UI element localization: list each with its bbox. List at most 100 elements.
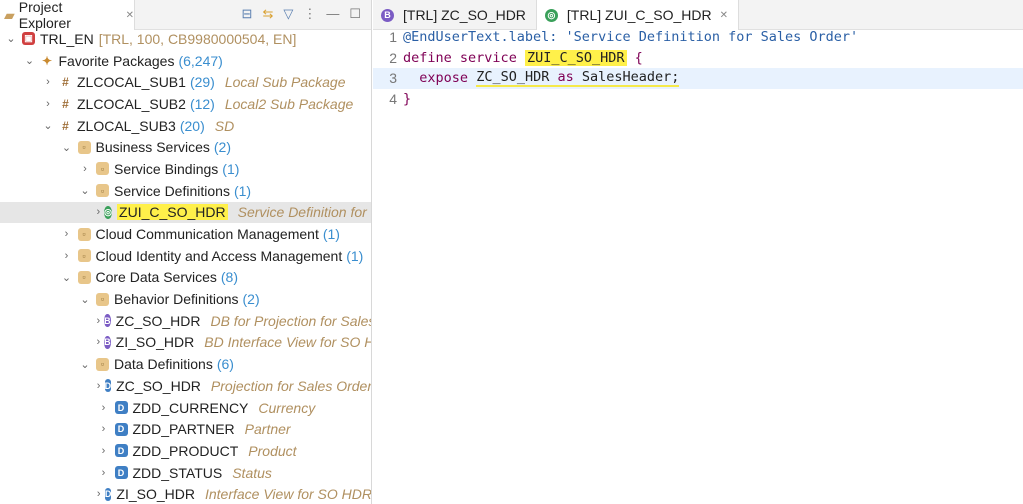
item-count: (6) bbox=[216, 356, 234, 373]
tree-item[interactable]: › D ZC_SO_HDR Projection for Sales Order bbox=[0, 375, 372, 397]
chevron-down-icon[interactable]: ⌄ bbox=[78, 293, 92, 306]
tree-item[interactable]: › # ZLCOCAL_SUB1 (29) Local Sub Package bbox=[0, 71, 371, 93]
folder-icon: ▫ bbox=[96, 184, 109, 198]
package-icon: # bbox=[62, 75, 69, 90]
link-editor-icon[interactable]: ⇆ bbox=[262, 6, 273, 22]
item-name: Core Data Services bbox=[95, 269, 217, 286]
tree-item[interactable]: ⌄ ▫ Core Data Services (8) bbox=[0, 267, 371, 289]
item-count: (2) bbox=[213, 139, 232, 156]
chevron-right-icon[interactable]: › bbox=[97, 380, 101, 392]
item-description: Product bbox=[248, 442, 297, 459]
item-name: Data Definitions bbox=[114, 356, 213, 373]
close-icon[interactable]: ✕ bbox=[126, 10, 134, 21]
item-description: Projection for Sales Order bbox=[210, 377, 372, 394]
collapse-all-icon[interactable]: ⊟ bbox=[242, 6, 253, 22]
behavior-definition-icon: B bbox=[381, 8, 394, 22]
chevron-right-icon[interactable]: › bbox=[97, 467, 111, 479]
tree-item[interactable]: › D ZDD_STATUS Status bbox=[0, 462, 371, 484]
folder-icon: ▫ bbox=[77, 140, 91, 154]
tree-item[interactable]: › # ZLCOCAL_SUB2 (12) Local2 Sub Package bbox=[0, 93, 371, 115]
item-count: (6,247) bbox=[178, 52, 223, 69]
item-name: ZLOCAL_SUB3 bbox=[77, 117, 176, 134]
view-menu-icon[interactable]: ⋮ bbox=[303, 6, 316, 22]
chevron-right-icon[interactable]: › bbox=[97, 423, 111, 435]
tree-item[interactable]: ›B ZI_SO_HDR BD Interface View for SO HDR bbox=[0, 332, 372, 354]
item-count: (1) bbox=[346, 247, 364, 264]
item-name: ZDD_CURRENCY bbox=[132, 399, 249, 416]
ddl-icon: D bbox=[114, 466, 128, 480]
item-description: DB for Projection for Sales bbox=[210, 312, 372, 329]
close-icon[interactable]: ✕ bbox=[720, 10, 728, 21]
tree-item[interactable]: ⌄ ▫ Behavior Definitions (2) bbox=[0, 288, 371, 310]
editor-tab-zui-c-so-hdr[interactable]: ◎ [TRL] ZUI_C_SO_HDR ✕ bbox=[535, 0, 740, 30]
chevron-right-icon[interactable]: › bbox=[97, 402, 111, 414]
brace: } bbox=[403, 90, 412, 107]
chevron-right-icon[interactable]: › bbox=[60, 228, 74, 240]
chevron-right-icon[interactable]: › bbox=[78, 163, 92, 175]
chevron-right-icon[interactable]: › bbox=[97, 315, 101, 327]
project-tree: ⌄ ▣ TRL_EN [TRL, 100, CB9980000504, EN] ⌄ ✦ Fa… bbox=[0, 28, 372, 504]
item-description: Currency bbox=[258, 399, 316, 416]
tree-item[interactable]: › ▫ Cloud Identity and Access Management (1… bbox=[0, 245, 371, 267]
chevron-down-icon[interactable]: ⌄ bbox=[23, 54, 37, 67]
keyword: as bbox=[557, 69, 574, 86]
panel-header: ▰ Project Explorer ✕ ⊟ ⇆ ▽ ⋮ — ☐ bbox=[0, 0, 371, 31]
item-name: Cloud Identity and Access Management bbox=[95, 247, 343, 264]
tab-project-explorer[interactable]: ▰ Project Explorer ✕ bbox=[0, 0, 135, 31]
tree-item[interactable]: ⌄ ▫ Data Definitions (6) bbox=[0, 353, 371, 375]
tree-item[interactable]: ⌄ ▣ TRL_EN [TRL, 100, CB9980000504, EN] bbox=[0, 28, 371, 50]
chevron-down-icon[interactable]: ⌄ bbox=[78, 184, 92, 197]
filter-icon[interactable]: ▽ bbox=[283, 6, 293, 22]
item-description: Status bbox=[232, 464, 272, 481]
item-description: Local Sub Package bbox=[224, 74, 346, 91]
item-name: ZLCOCAL_SUB1 bbox=[77, 74, 186, 91]
chevron-right-icon[interactable]: › bbox=[97, 488, 101, 500]
tree-item[interactable]: ⌄ ▫ Business Services (2) bbox=[0, 136, 371, 158]
item-count: (1) bbox=[322, 226, 340, 243]
tree-item[interactable]: › D ZDD_PARTNER Partner bbox=[0, 418, 371, 440]
editor-tabs: B [TRL] ZC_SO_HDR ◎ [TRL] ZUI_C_SO_HDR ✕ bbox=[373, 0, 1023, 30]
tree-item[interactable]: ⌄ ✦ Favorite Packages (6,247) bbox=[0, 50, 371, 72]
chevron-right-icon[interactable]: › bbox=[97, 206, 101, 218]
item-name: ZDD_PRODUCT bbox=[132, 442, 239, 459]
tree-item[interactable]: › D ZDD_CURRENCY Currency bbox=[0, 397, 371, 419]
item-count: (12) bbox=[189, 95, 215, 112]
tree-item[interactable]: › B ZC_SO_HDR DB for Projection for Sales bbox=[0, 310, 372, 332]
code-line-1: 1 @EndUserText.label: 'Service Definition… bbox=[389, 29, 859, 46]
chevron-down-icon[interactable]: ⌄ bbox=[4, 32, 18, 45]
tree-item[interactable]: ⌄ ▫ Service Definitions (1) bbox=[0, 180, 371, 202]
entity-name: ZC_SO_HDR bbox=[476, 69, 550, 86]
favorites-icon: ✦ bbox=[41, 53, 53, 68]
tree-item[interactable]: ⌄ # ZLOCAL_SUB3 (20) SD bbox=[0, 115, 371, 137]
item-name: ZI_SO_HDR bbox=[116, 486, 195, 503]
editor-tab-zc-so-hdr[interactable]: B [TRL] ZC_SO_HDR bbox=[373, 0, 536, 30]
folder-icon: ▫ bbox=[77, 249, 91, 263]
service-definition-icon: ◎ bbox=[544, 8, 558, 22]
tree-item[interactable]: › ▫ Service Bindings (1) bbox=[0, 158, 371, 180]
chevron-right-icon[interactable]: › bbox=[60, 250, 74, 262]
ddl-icon: D bbox=[104, 379, 112, 393]
chevron-down-icon[interactable]: ⌄ bbox=[78, 358, 92, 371]
tree-item[interactable]: › D ZDD_PRODUCT Product bbox=[0, 440, 371, 462]
editor-area: B [TRL] ZC_SO_HDR ◎ [TRL] ZUI_C_SO_HDR ✕… bbox=[373, 0, 1023, 504]
chevron-right-icon[interactable]: › bbox=[41, 76, 55, 88]
tree-item[interactable]: › ▫ Cloud Communication Management (1) bbox=[0, 223, 371, 245]
chevron-right-icon[interactable]: › bbox=[97, 445, 111, 457]
item-name: Business Services bbox=[95, 139, 210, 156]
tree-item[interactable]: › D ZI_SO_HDR Interface View for SO HDR bbox=[0, 483, 371, 504]
package-icon: # bbox=[62, 118, 69, 133]
code-editor[interactable]: 1 @EndUserText.label: 'Service Definition… bbox=[373, 27, 1023, 109]
maximize-icon[interactable]: ☐ bbox=[349, 6, 361, 22]
chevron-down-icon[interactable]: ⌄ bbox=[60, 271, 74, 284]
tree-item[interactable]: ›◎ ZUI_C_SO_HDR Service Definition for Sal… bbox=[0, 201, 371, 224]
chevron-right-icon[interactable]: › bbox=[41, 98, 55, 110]
chevron-down-icon[interactable]: ⌄ bbox=[41, 119, 55, 132]
annotation: @EndUserText.label: 'Service Definition … bbox=[403, 29, 859, 46]
item-description: BD Interface View for SO HDR bbox=[204, 334, 371, 351]
chevron-down-icon[interactable]: ⌄ bbox=[60, 141, 74, 154]
minimize-icon[interactable]: — bbox=[326, 6, 339, 22]
item-description: Service Definition for Sales Order bbox=[237, 204, 371, 221]
chevron-right-icon[interactable]: › bbox=[97, 336, 101, 348]
service-name: ZUI_C_SO_HDR bbox=[524, 49, 627, 66]
folder-icon: ▫ bbox=[96, 357, 109, 371]
